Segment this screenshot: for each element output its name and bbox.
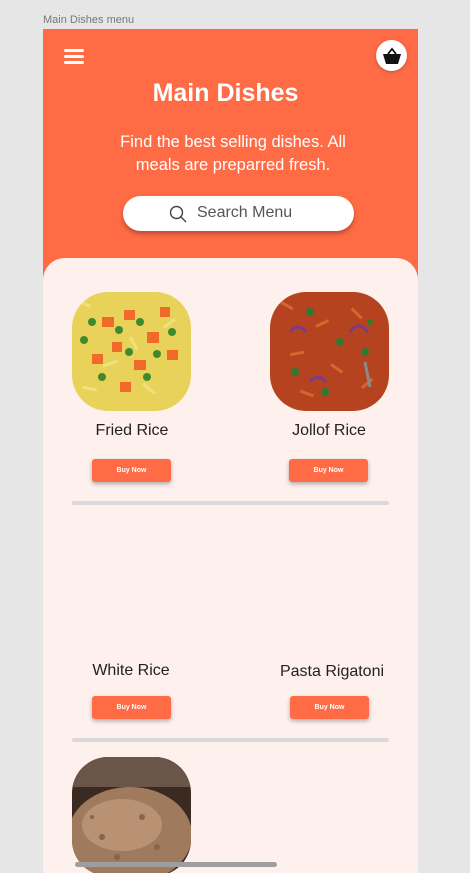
section-divider	[72, 501, 389, 505]
bread-dish-image[interactable]	[72, 757, 191, 873]
section-divider	[72, 738, 389, 742]
dish-name: Jollof Rice	[292, 422, 366, 439]
dish-name: Pasta Rigatoni	[279, 663, 385, 680]
buy-now-button[interactable]: Buy Now	[289, 459, 368, 482]
dish-name: White Rice	[92, 662, 170, 679]
search-icon	[169, 205, 187, 223]
search-input[interactable]: Search Menu	[123, 196, 354, 231]
main-dishes-screen: Main Dishes Find the best selling dishes…	[43, 29, 418, 873]
header: Main Dishes Find the best selling dishes…	[43, 29, 418, 279]
fried-rice-image[interactable]	[72, 292, 191, 411]
buy-now-button[interactable]: Buy Now	[92, 459, 171, 482]
page-title: Main Dishes	[152, 79, 299, 107]
dishes-list: Fried Rice Buy Now Jollof Rice Buy Now W…	[43, 258, 418, 873]
cart-button[interactable]	[376, 40, 407, 71]
hamburger-menu-icon[interactable]	[64, 49, 84, 65]
buy-now-button[interactable]: Buy Now	[92, 696, 171, 719]
frame-label: Main Dishes menu	[43, 14, 135, 26]
dish-name: Fried Rice	[95, 422, 169, 439]
horizontal-scrollbar[interactable]	[75, 862, 277, 867]
basket-icon	[382, 47, 401, 64]
page-subtitle: Find the best selling dishes. All meals …	[120, 133, 346, 174]
jollof-rice-image[interactable]	[270, 292, 389, 411]
buy-now-button[interactable]: Buy Now	[290, 696, 369, 719]
search-placeholder: Search Menu	[197, 204, 293, 221]
